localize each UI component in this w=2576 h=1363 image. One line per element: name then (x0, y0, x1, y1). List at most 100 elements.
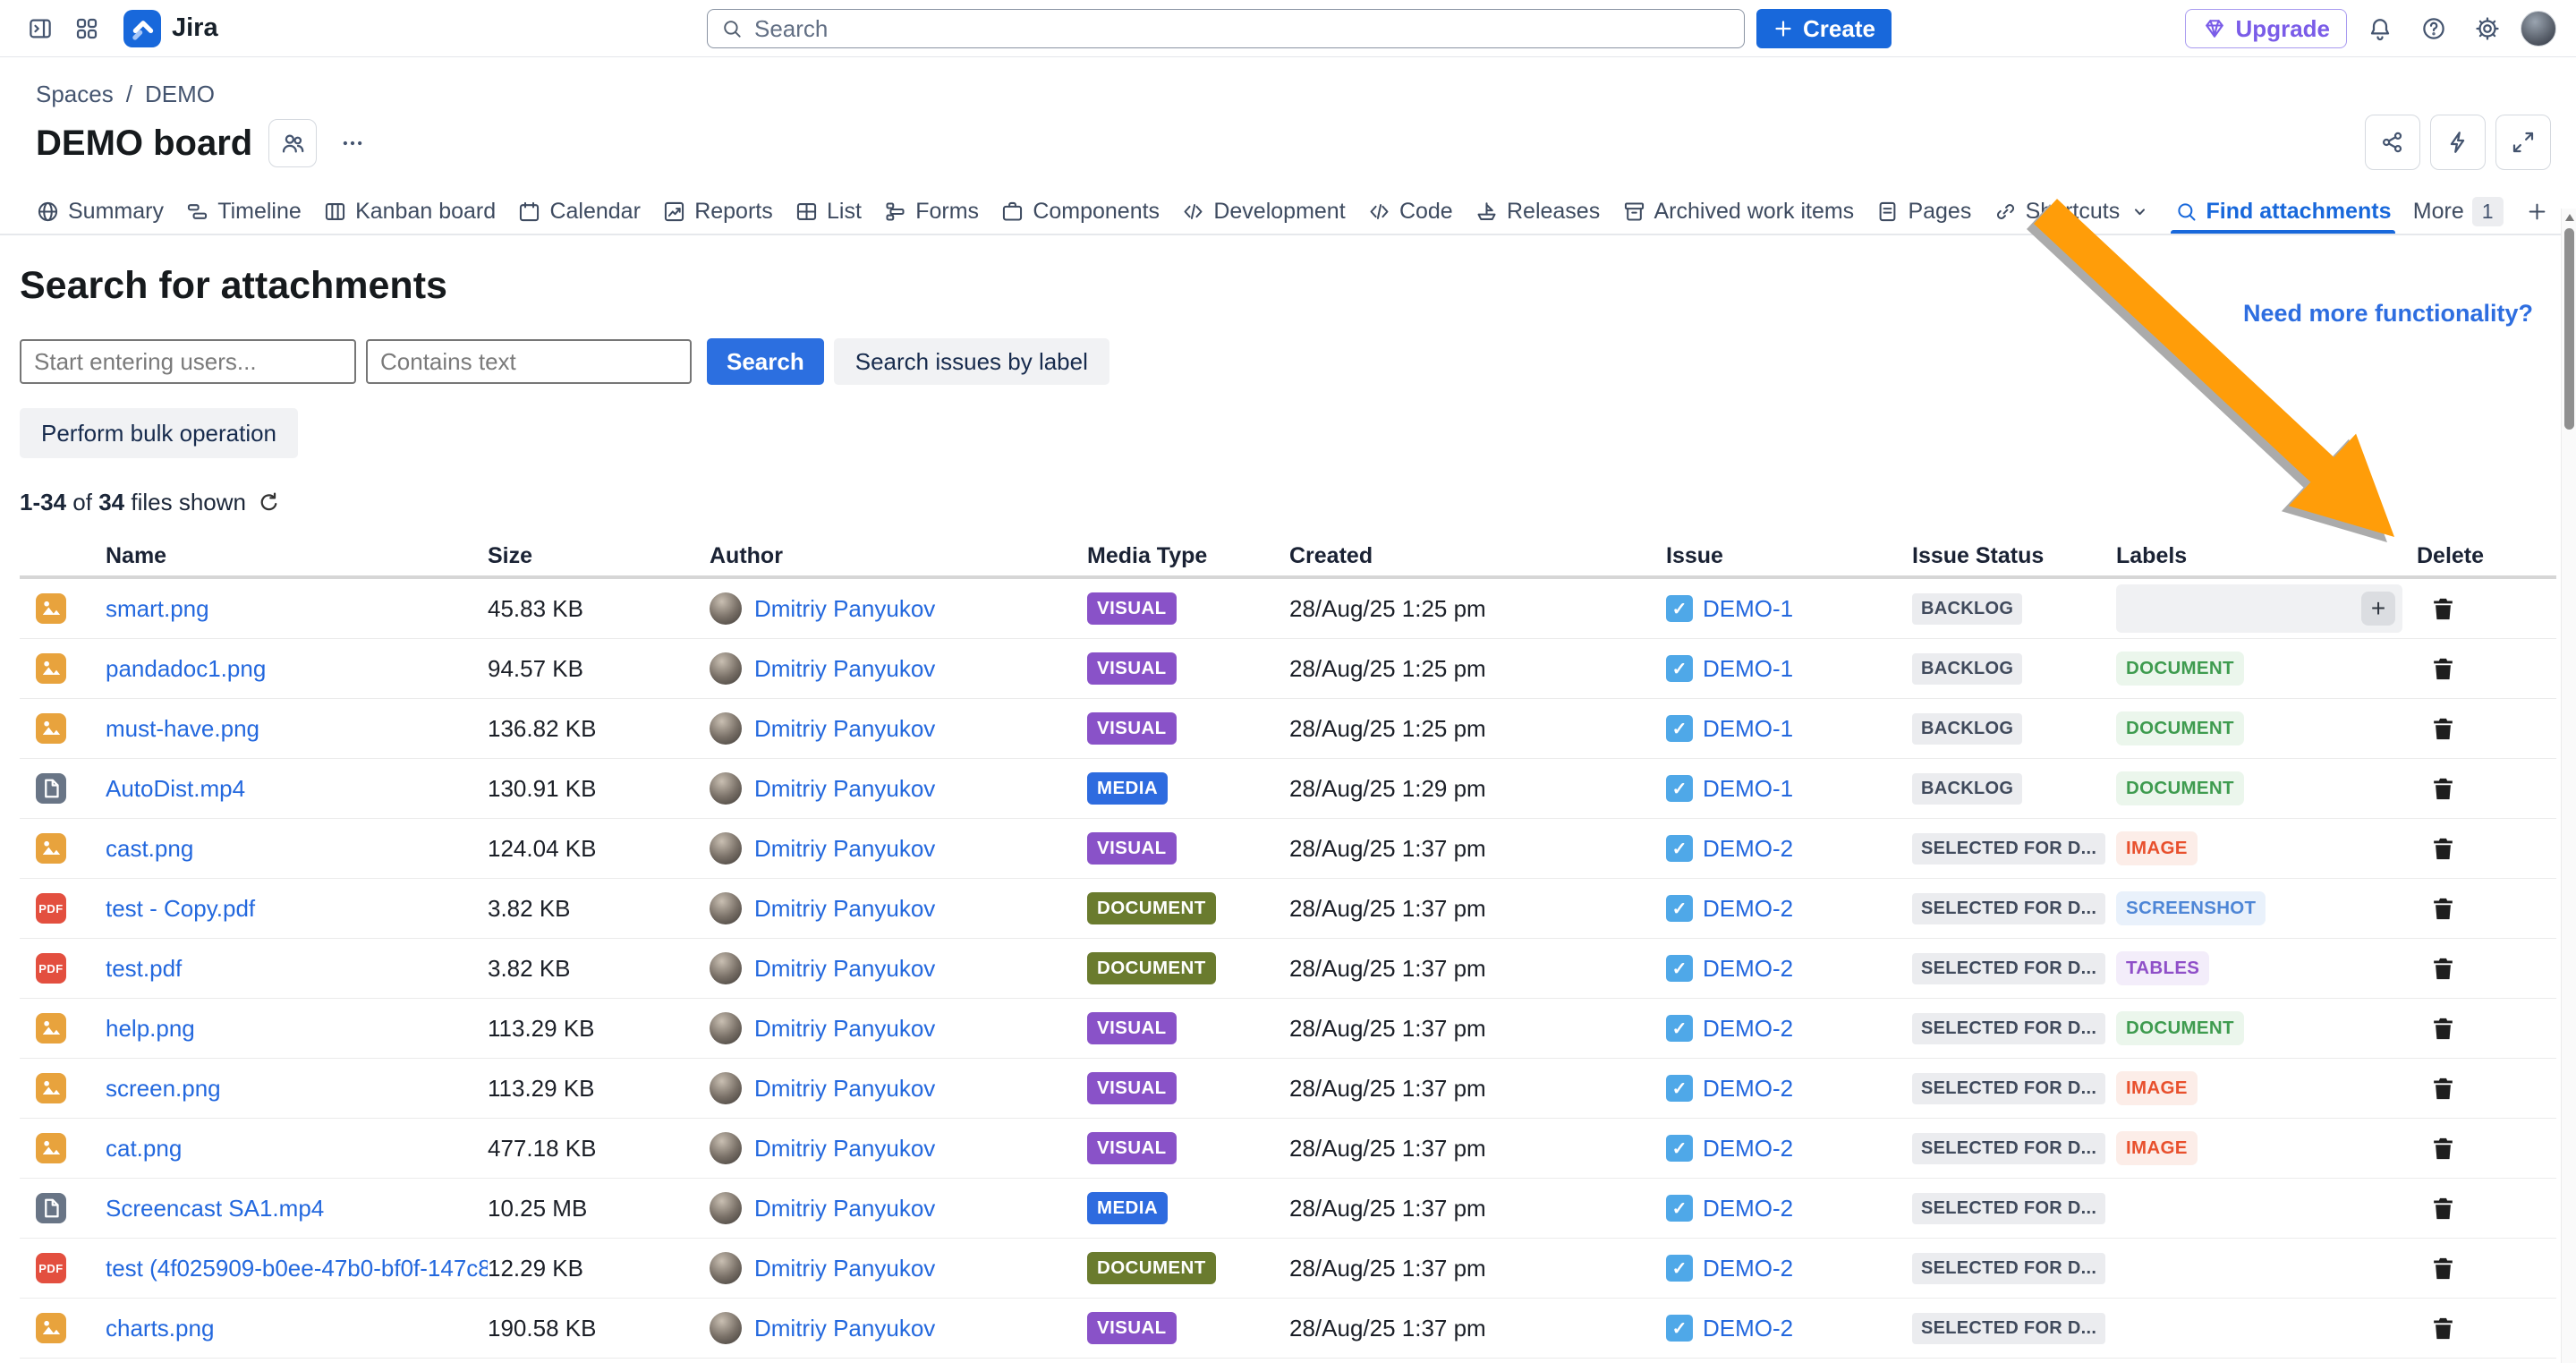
tab-development[interactable]: Development (1181, 189, 1345, 234)
tab-shortcuts[interactable]: Shortcuts (1994, 189, 2153, 234)
issue-link[interactable]: DEMO-2 (1703, 1075, 1793, 1103)
file-name-link[interactable]: cat.png (106, 1135, 182, 1162)
delete-button[interactable] (2429, 1075, 2457, 1103)
jira-brand[interactable]: Jira (123, 10, 218, 47)
author-link[interactable]: Dmitriy Panyukov (754, 1195, 935, 1222)
text-filter-input[interactable] (366, 339, 692, 384)
file-name-link[interactable]: pandadoc1.png (106, 655, 266, 682)
file-name-link[interactable]: smart.png (106, 595, 209, 622)
tab-add[interactable] (2525, 189, 2549, 234)
search-by-label-button[interactable]: Search issues by label (834, 338, 1109, 385)
scrollbar-thumb[interactable] (2564, 228, 2574, 430)
fullscreen-button[interactable] (2495, 115, 2551, 170)
delete-button[interactable] (2429, 595, 2457, 623)
tab-pages[interactable]: Pages (1875, 189, 1971, 234)
file-name-link[interactable]: help.png (106, 1015, 195, 1042)
column-header: Issue Status (1912, 543, 2116, 569)
issue-link[interactable]: DEMO-1 (1703, 655, 1793, 683)
delete-button[interactable] (2429, 1255, 2457, 1282)
issue-link[interactable]: DEMO-2 (1703, 895, 1793, 923)
delete-button[interactable] (2429, 895, 2457, 923)
notifications-button[interactable] (2359, 8, 2401, 49)
tab-calendar[interactable]: Calendar (517, 189, 640, 234)
file-name-link[interactable]: charts.png (106, 1315, 214, 1342)
tab-reports[interactable]: Reports (662, 189, 773, 234)
delete-button[interactable] (2429, 1315, 2457, 1342)
author-link[interactable]: Dmitriy Panyukov (754, 835, 935, 863)
vertical-scrollbar[interactable] (2561, 209, 2576, 1363)
need-more-functionality-link[interactable]: Need more functionality? (2243, 300, 2533, 328)
issue-link[interactable]: DEMO-1 (1703, 715, 1793, 743)
delete-button[interactable] (2429, 775, 2457, 803)
delete-button[interactable] (2429, 715, 2457, 743)
bulk-operation-button[interactable]: Perform bulk operation (20, 408, 298, 458)
file-name-link[interactable]: cast.png (106, 835, 193, 862)
author-link[interactable]: Dmitriy Panyukov (754, 1075, 935, 1103)
issue-link[interactable]: DEMO-2 (1703, 1135, 1793, 1163)
users-filter-input[interactable] (20, 339, 356, 384)
file-name-link[interactable]: test (4f025909-b0ee-47b0-bf0f-147c8afd..… (106, 1255, 488, 1282)
file-name-link[interactable]: must-have.png (106, 715, 259, 742)
author-link[interactable]: Dmitriy Panyukov (754, 595, 935, 623)
author-link[interactable]: Dmitriy Panyukov (754, 1135, 935, 1163)
file-name-link[interactable]: screen.png (106, 1075, 221, 1102)
board-more-actions-button[interactable] (333, 124, 372, 163)
tab-archived-work-items[interactable]: Archived work items (1622, 189, 1855, 234)
upgrade-button[interactable]: Upgrade (2185, 9, 2347, 48)
tab-kanban-board[interactable]: Kanban board (323, 189, 496, 234)
tab-forms[interactable]: Forms (883, 189, 979, 234)
search-button[interactable]: Search (707, 338, 824, 385)
delete-button[interactable] (2429, 1135, 2457, 1163)
file-name-link[interactable]: test - Copy.pdf (106, 895, 255, 922)
share-button[interactable] (2365, 115, 2420, 170)
scrollbar-up-arrow[interactable] (2565, 214, 2574, 221)
issue-link[interactable]: DEMO-1 (1703, 775, 1793, 803)
label-editor-field[interactable]: + (2116, 584, 2402, 633)
delete-button[interactable] (2429, 1015, 2457, 1043)
author-link[interactable]: Dmitriy Panyukov (754, 895, 935, 923)
tab-timeline[interactable]: Timeline (185, 189, 302, 234)
settings-button[interactable] (2467, 8, 2508, 49)
issue-link[interactable]: DEMO-2 (1703, 835, 1793, 863)
issue-link[interactable]: DEMO-2 (1703, 1195, 1793, 1222)
app-switcher-button[interactable] (66, 8, 107, 49)
author-link[interactable]: Dmitriy Panyukov (754, 955, 935, 983)
author-link[interactable]: Dmitriy Panyukov (754, 655, 935, 683)
issue-link[interactable]: DEMO-1 (1703, 595, 1793, 623)
file-name-link[interactable]: test.pdf (106, 955, 182, 982)
add-label-button[interactable]: + (2361, 592, 2395, 626)
tab-components[interactable]: Components (1000, 189, 1160, 234)
author-link[interactable]: Dmitriy Panyukov (754, 1315, 935, 1342)
author-link[interactable]: Dmitriy Panyukov (754, 1015, 935, 1043)
tab-code[interactable]: Code (1367, 189, 1453, 234)
issue-link[interactable]: DEMO-2 (1703, 1255, 1793, 1282)
global-search[interactable] (707, 9, 1745, 48)
tab-more[interactable]: More1 (2413, 189, 2504, 234)
issue-link[interactable]: DEMO-2 (1703, 955, 1793, 983)
issue-link[interactable]: DEMO-2 (1703, 1315, 1793, 1342)
tab-summary[interactable]: Summary (36, 189, 164, 234)
issue-link[interactable]: DEMO-2 (1703, 1015, 1793, 1043)
refresh-button[interactable] (257, 490, 281, 515)
create-button[interactable]: Create (1756, 9, 1892, 48)
tab-find-attachments[interactable]: Find attachments (2174, 189, 2392, 234)
user-avatar[interactable] (2521, 11, 2556, 47)
delete-button[interactable] (2429, 835, 2457, 863)
delete-button[interactable] (2429, 955, 2457, 983)
delete-button[interactable] (2429, 1195, 2457, 1222)
automation-button[interactable] (2430, 115, 2486, 170)
author-link[interactable]: Dmitriy Panyukov (754, 775, 935, 803)
global-search-input[interactable] (754, 15, 1731, 43)
file-name-link[interactable]: AutoDist.mp4 (106, 775, 245, 802)
breadcrumb-project[interactable]: DEMO (145, 81, 215, 108)
tab-releases[interactable]: Releases (1475, 189, 1600, 234)
help-button[interactable] (2413, 8, 2454, 49)
author-link[interactable]: Dmitriy Panyukov (754, 1255, 935, 1282)
file-name-link[interactable]: Screencast SA1.mp4 (106, 1195, 324, 1222)
author-link[interactable]: Dmitriy Panyukov (754, 715, 935, 743)
breadcrumb-spaces[interactable]: Spaces (36, 81, 114, 108)
delete-button[interactable] (2429, 655, 2457, 683)
sidebar-toggle-button[interactable] (20, 8, 61, 49)
tab-list[interactable]: List (795, 189, 862, 234)
board-members-button[interactable] (268, 119, 317, 167)
